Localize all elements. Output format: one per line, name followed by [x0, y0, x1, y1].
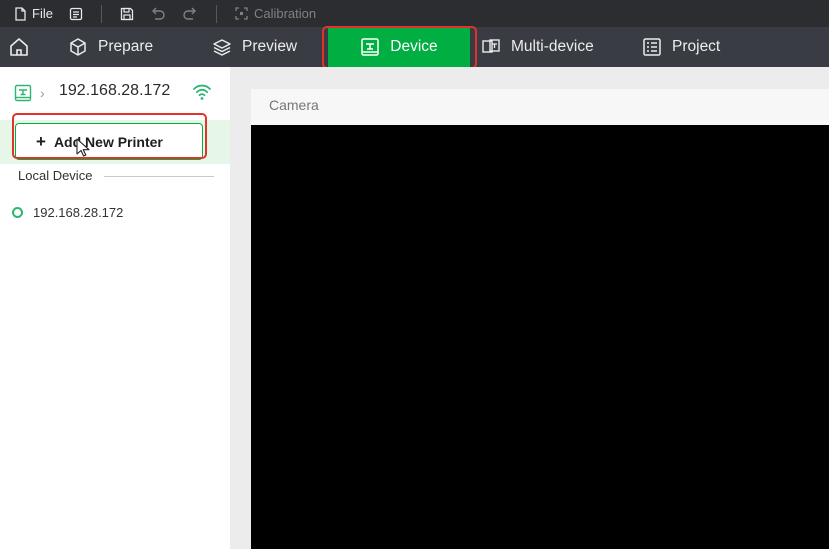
add-printer-highlight	[12, 113, 207, 159]
tab-project-label: Project	[672, 38, 721, 55]
layers-icon	[213, 39, 231, 56]
menu-divider	[215, 4, 217, 23]
undo-icon	[151, 7, 165, 20]
notes-button[interactable]	[61, 0, 91, 27]
multi-device-icon	[482, 39, 500, 53]
chevron-right-icon: ›	[40, 85, 45, 101]
local-device-item[interactable]: 192.168.28.172	[12, 205, 123, 220]
device-tab-highlight	[322, 26, 477, 69]
tab-multi-device-label: Multi-device	[511, 38, 594, 55]
mouse-pointer-icon	[76, 138, 90, 157]
tab-prepare[interactable]: Prepare	[68, 27, 153, 67]
file-menu-label: File	[32, 6, 53, 21]
file-icon	[15, 6, 26, 21]
tab-prepare-label: Prepare	[98, 38, 154, 55]
tab-preview-label: Preview	[242, 38, 298, 55]
tab-home[interactable]	[8, 27, 40, 67]
redo-icon	[183, 7, 196, 20]
tab-project[interactable]: Project	[642, 27, 720, 67]
save-button[interactable]	[112, 0, 142, 27]
main-area: Camera	[230, 67, 829, 549]
printer-device-icon	[14, 84, 32, 102]
notes-icon	[69, 7, 83, 20]
project-list-icon	[643, 38, 661, 56]
current-device-ip: 192.168.28.172	[59, 82, 171, 99]
menu-bar: File Calibration	[0, 0, 829, 27]
cube-icon	[70, 38, 86, 56]
local-device-divider	[104, 176, 214, 177]
camera-title: Camera	[269, 97, 319, 113]
undo-button[interactable]	[142, 0, 174, 27]
calibration-icon	[235, 7, 248, 20]
camera-panel: Camera	[251, 89, 829, 549]
current-device-header[interactable]: › 192.168.28.172	[0, 67, 230, 117]
file-menu[interactable]: File	[0, 0, 61, 27]
menu-divider	[100, 4, 102, 23]
wifi-icon	[193, 84, 211, 100]
local-device-heading: Local Device	[18, 168, 93, 183]
save-icon	[120, 7, 134, 20]
camera-view[interactable]	[251, 125, 829, 549]
device-sidebar: › 192.168.28.172 + Add New Printer Local…	[0, 67, 230, 549]
home-icon	[10, 38, 28, 56]
redo-button[interactable]	[174, 0, 206, 27]
tab-multi-device[interactable]: Multi-device	[481, 27, 594, 67]
calibration-label: Calibration	[253, 6, 317, 21]
tab-preview[interactable]: Preview	[212, 27, 297, 67]
local-device-ip: 192.168.28.172	[33, 205, 124, 220]
device-status-icon	[12, 207, 23, 218]
calibration-button[interactable]: Calibration	[227, 0, 324, 27]
